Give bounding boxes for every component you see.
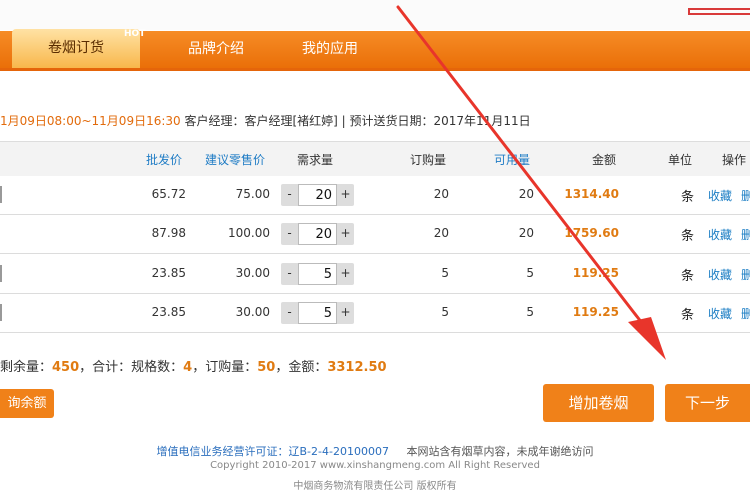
- table-header: 批发价 建议零售价 需求量 订购量 可用量 金额 单位 操作: [0, 141, 750, 176]
- ordered-total: 50: [257, 360, 276, 375]
- footer-company: 中烟商务物流有限责任公司 版权所有: [293, 481, 457, 492]
- remain-label: 剩余量：: [0, 360, 53, 375]
- row-amount: 119.25: [572, 305, 619, 319]
- wholesale-price: 23.85: [151, 305, 186, 319]
- favorite-link[interactable]: 收藏: [708, 266, 732, 283]
- delete-link[interactable]: 删: [741, 266, 750, 283]
- col-action: 操作: [722, 153, 747, 167]
- hot-badge: HOT: [124, 29, 146, 39]
- unit: 条: [681, 308, 695, 323]
- available-qty: 5: [526, 266, 534, 280]
- col-unit: 单位: [668, 153, 693, 167]
- check-balance-label: 询余额: [7, 396, 47, 411]
- tab-brand-intro[interactable]: 品牌介绍: [188, 31, 244, 68]
- red-mark: [688, 8, 750, 15]
- top-strip: [0, 0, 750, 30]
- add-cigarette-label: 增加卷烟: [568, 394, 629, 412]
- favorite-link[interactable]: 收藏: [708, 187, 732, 204]
- decrement-button[interactable]: -: [281, 302, 298, 324]
- increment-button[interactable]: +: [337, 223, 354, 245]
- row-amount: 1759.60: [564, 226, 619, 240]
- increment-button[interactable]: +: [337, 302, 354, 324]
- tab-cigarette-order[interactable]: 卷烟订货 HOT: [12, 29, 145, 68]
- table-row: 23.85 30.00 - + 5 5 119.25 条 收藏 删: [0, 254, 750, 294]
- delete-link[interactable]: 删: [741, 226, 750, 243]
- available-qty: 20: [518, 226, 534, 240]
- amount-label: ，金额：: [275, 360, 328, 375]
- remain-value: 450: [52, 360, 80, 375]
- tab-cigarette-order-label: 卷烟订货: [48, 40, 104, 56]
- order-info-text: 客户经理：客户经理[褚红婷] | 预计送货日期：2017年11月11日: [180, 114, 531, 128]
- retail-price: 75.00: [235, 187, 270, 201]
- quantity-input[interactable]: [298, 223, 337, 245]
- quantity-input[interactable]: [298, 302, 337, 324]
- footer-license-line: 增值电信业务经营许可证：辽B-2-4-20100007 本网站含有烟草内容，未成…: [0, 443, 750, 459]
- col-ordered: 订购量: [410, 153, 447, 167]
- col-wholesale-price[interactable]: 批发价: [146, 151, 182, 168]
- unit: 条: [681, 269, 695, 284]
- available-qty: 5: [526, 305, 534, 319]
- notice-text: 本网站含有烟草内容，未成年谢绝访问: [406, 445, 594, 458]
- spec-count: 4: [183, 360, 193, 375]
- available-qty: 20: [518, 187, 534, 201]
- wholesale-price: 23.85: [151, 266, 186, 280]
- ordered-label: ，订购量：: [192, 360, 258, 375]
- decrement-button[interactable]: -: [281, 184, 298, 206]
- table-row: 65.72 75.00 - + 20 20 1314.40 条 收藏 删: [0, 175, 750, 215]
- quantity-input[interactable]: [298, 263, 337, 285]
- tab-brand-intro-label: 品牌介绍: [188, 41, 244, 57]
- check-balance-button[interactable]: 询余额: [0, 389, 54, 418]
- license-text: 增值电信业务经营许可证：辽B-2-4-20100007: [156, 445, 389, 458]
- row-amount: 1314.40: [564, 187, 619, 201]
- col-amount: 金额: [592, 153, 617, 167]
- table-row: 87.98 100.00 - + 20 20 1759.60 条 收藏 删: [0, 214, 750, 254]
- ordered-qty: 5: [441, 266, 449, 280]
- tab-my-apps-label: 我的应用: [302, 41, 358, 57]
- order-time-range: 1月09日08:00~11月09日16:30: [0, 114, 181, 128]
- retail-price: 30.00: [235, 266, 270, 280]
- quantity-stepper: - +: [281, 302, 354, 324]
- quantity-input[interactable]: [298, 184, 337, 206]
- unit: 条: [681, 229, 695, 244]
- row-marker: [0, 304, 2, 321]
- footer-copyright: Copyright 2010-2017 www.xinshangmeng.com…: [210, 460, 540, 471]
- main-nav-bar: 卷烟订货 HOT 品牌介绍 我的应用: [0, 29, 750, 71]
- tab-my-apps[interactable]: 我的应用: [302, 31, 358, 68]
- row-marker: [0, 265, 2, 282]
- increment-button[interactable]: +: [337, 263, 354, 285]
- quantity-stepper: - +: [281, 184, 354, 206]
- wholesale-price: 87.98: [151, 226, 186, 240]
- order-summary: 剩余量：450，合计：规格数：4，订购量：50，金额：3312.50: [0, 356, 387, 375]
- col-available[interactable]: 可用量: [494, 151, 530, 168]
- col-retail-price[interactable]: 建议零售价: [205, 151, 265, 168]
- table-row: 23.85 30.00 - + 5 5 119.25 条 收藏 删: [0, 293, 750, 333]
- quantity-stepper: - +: [281, 223, 354, 245]
- favorite-link[interactable]: 收藏: [708, 305, 732, 322]
- amount-total: 3312.50: [327, 360, 387, 375]
- delete-link[interactable]: 删: [741, 187, 750, 204]
- next-step-button[interactable]: 下一步: [665, 384, 750, 422]
- retail-price: 100.00: [228, 226, 270, 240]
- retail-price: 30.00: [235, 305, 270, 319]
- unit: 条: [681, 190, 695, 205]
- next-step-label: 下一步: [684, 394, 730, 412]
- ordered-qty: 5: [441, 305, 449, 319]
- total-label: ，合计：规格数：: [79, 360, 184, 375]
- delete-link[interactable]: 删: [741, 305, 750, 322]
- order-info-bar: 1月09日08:00~11月09日16:30 客户经理：客户经理[褚红婷] | …: [0, 112, 531, 129]
- wholesale-price: 65.72: [151, 187, 186, 201]
- favorite-link[interactable]: 收藏: [708, 226, 732, 243]
- col-demand: 需求量: [297, 153, 334, 167]
- ordered-qty: 20: [433, 226, 449, 240]
- add-cigarette-button[interactable]: 增加卷烟: [543, 384, 654, 422]
- row-amount: 119.25: [572, 266, 619, 280]
- ordered-qty: 20: [433, 187, 449, 201]
- quantity-stepper: - +: [281, 263, 354, 285]
- decrement-button[interactable]: -: [281, 223, 298, 245]
- decrement-button[interactable]: -: [281, 263, 298, 285]
- increment-button[interactable]: +: [337, 184, 354, 206]
- row-marker: [0, 186, 2, 203]
